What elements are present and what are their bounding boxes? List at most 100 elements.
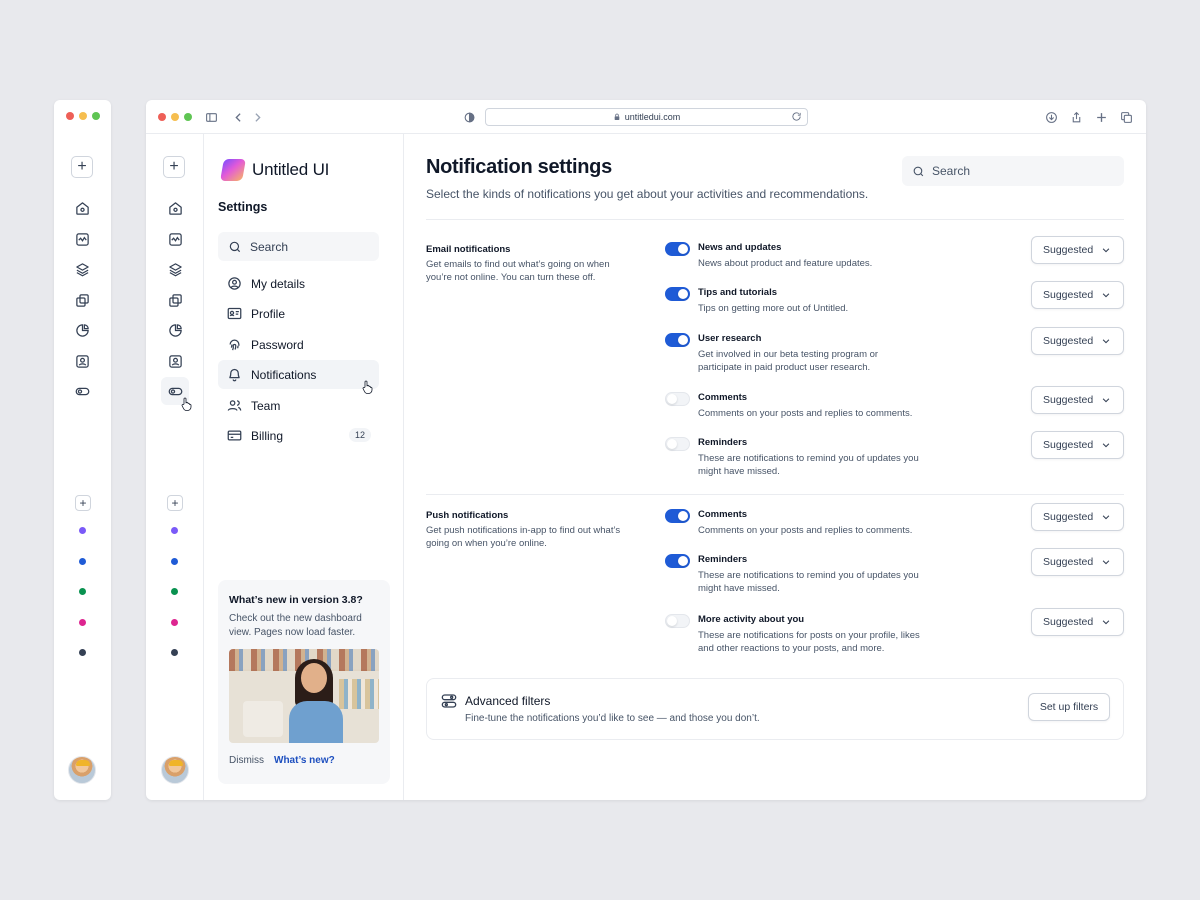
- row-description: These are notifications to remind you of…: [698, 453, 919, 477]
- frequency-select[interactable]: Suggested: [1031, 503, 1124, 531]
- billing-count-badge: 12: [348, 428, 371, 442]
- close-window-button[interactable]: [66, 112, 74, 120]
- workspace-dot[interactable]: [171, 558, 178, 565]
- workspace-dot[interactable]: [79, 619, 86, 626]
- app-name: Untitled UI: [252, 160, 330, 179]
- frequency-select[interactable]: Suggested: [1031, 431, 1124, 459]
- play-overlay-icon: [243, 701, 283, 737]
- plus-icon: +: [79, 496, 87, 510]
- tips-toggle[interactable]: [665, 287, 690, 301]
- add-workspace-button[interactable]: +: [167, 495, 183, 511]
- privacy-shield-button[interactable]: [462, 110, 476, 124]
- search-input[interactable]: Search: [902, 156, 1124, 186]
- sidebar-toggle-button[interactable]: [204, 110, 218, 124]
- dismiss-link[interactable]: Dismiss: [229, 755, 264, 766]
- workspace-dot[interactable]: [171, 619, 178, 626]
- workspace-dot[interactable]: [79, 558, 86, 565]
- minimize-window-button[interactable]: [171, 113, 179, 121]
- frequency-select[interactable]: Suggested: [1031, 608, 1124, 636]
- sidebar-title: Settings: [218, 200, 268, 214]
- avatar[interactable]: [161, 756, 189, 784]
- forward-button[interactable]: [250, 110, 264, 124]
- chevron-down-icon: [1102, 248, 1110, 253]
- rail-copy[interactable]: [161, 286, 189, 314]
- rail-layers[interactable]: [68, 255, 96, 283]
- user-research-toggle[interactable]: [665, 333, 690, 347]
- tabs-icon: [1120, 111, 1132, 123]
- maximize-window-button[interactable]: [92, 112, 100, 120]
- browser-toolbar: untitledui.com: [146, 100, 1146, 134]
- bookshelf-decoration: [339, 679, 379, 709]
- frequency-select[interactable]: Suggested: [1031, 548, 1124, 576]
- address-bar[interactable]: untitledui.com: [485, 108, 808, 126]
- workspace-dot[interactable]: [171, 527, 178, 534]
- reload-icon[interactable]: [791, 111, 802, 122]
- add-button[interactable]: +: [163, 156, 185, 178]
- rail-users[interactable]: [68, 347, 96, 375]
- rail-chart[interactable]: [68, 316, 96, 344]
- add-workspace-button[interactable]: +: [75, 495, 91, 511]
- whats-new-card: What’s new in version 3.8? Check out the…: [218, 580, 390, 784]
- push-comments-toggle[interactable]: [665, 509, 690, 523]
- sidebar-item-team[interactable]: Team: [218, 391, 379, 420]
- bell-icon: [229, 368, 240, 382]
- sidebar-item-billing[interactable]: Billing 12: [218, 421, 379, 450]
- app-logo[interactable]: Untitled UI: [220, 159, 330, 181]
- sidebar-item-notifications[interactable]: Notifications: [218, 360, 379, 389]
- rail-layers[interactable]: [161, 255, 189, 283]
- back-button[interactable]: [231, 110, 245, 124]
- tab-overview-button[interactable]: [1119, 110, 1133, 124]
- push-reminders-toggle[interactable]: [665, 554, 690, 568]
- activity-icon: [75, 232, 89, 246]
- workspace-dot[interactable]: [171, 649, 178, 656]
- rail-activity[interactable]: [68, 225, 96, 253]
- add-button[interactable]: +: [71, 156, 93, 178]
- news-toggle[interactable]: [665, 242, 690, 256]
- workspace-dot[interactable]: [79, 649, 86, 656]
- comments-toggle[interactable]: [665, 392, 690, 406]
- share-button[interactable]: [1069, 110, 1083, 124]
- sidebar-icon: [205, 112, 217, 122]
- rail-users[interactable]: [161, 347, 189, 375]
- sidebar-item-my-details[interactable]: My details: [218, 269, 379, 298]
- workspace-dot[interactable]: [171, 588, 178, 595]
- select-value: Suggested: [1043, 511, 1094, 523]
- sidebar-search-label: Search: [250, 239, 289, 254]
- frequency-select[interactable]: Suggested: [1031, 386, 1124, 414]
- window-controls: [66, 112, 100, 120]
- rail-settings[interactable]: [68, 377, 96, 405]
- whats-new-video-thumbnail[interactable]: [229, 649, 379, 743]
- select-value: Suggested: [1043, 244, 1094, 256]
- maximize-window-button[interactable]: [184, 113, 192, 121]
- fingerprint-icon: [229, 339, 240, 351]
- close-window-button[interactable]: [158, 113, 166, 121]
- copy-icon: [168, 293, 182, 307]
- frequency-select[interactable]: Suggested: [1031, 327, 1124, 355]
- rail-activity[interactable]: [161, 225, 189, 253]
- workspace-dot[interactable]: [79, 588, 86, 595]
- search-icon: [913, 166, 924, 176]
- reminders-toggle[interactable]: [665, 437, 690, 451]
- rail-copy[interactable]: [68, 286, 96, 314]
- rail-home[interactable]: [161, 194, 189, 222]
- sidebar-search[interactable]: Search: [218, 232, 379, 261]
- frequency-select[interactable]: Suggested: [1031, 281, 1124, 309]
- new-tab-button[interactable]: [1094, 110, 1108, 124]
- sidebar-item-password[interactable]: Password: [218, 330, 379, 359]
- advanced-filters-card: Advanced filters Fine-tune the notificat…: [426, 678, 1124, 740]
- set-up-filters-button[interactable]: Set up filters: [1028, 693, 1110, 721]
- sidebar-item-profile[interactable]: Profile: [218, 299, 379, 328]
- rail-home[interactable]: [68, 194, 96, 222]
- rail-chart[interactable]: [161, 316, 189, 344]
- chevron-right-icon: [254, 112, 261, 122]
- frequency-select[interactable]: Suggested: [1031, 236, 1124, 264]
- whats-new-link[interactable]: What’s new?: [274, 755, 335, 766]
- users-icon: [227, 400, 242, 411]
- downloads-button[interactable]: [1044, 110, 1058, 124]
- push-activity-toggle[interactable]: [665, 614, 690, 628]
- workspace-dot[interactable]: [79, 527, 86, 534]
- row-description: These are notifications to remind you of…: [698, 570, 919, 594]
- avatar[interactable]: [68, 756, 96, 784]
- minimize-window-button[interactable]: [79, 112, 87, 120]
- row-title: Reminders: [698, 554, 748, 565]
